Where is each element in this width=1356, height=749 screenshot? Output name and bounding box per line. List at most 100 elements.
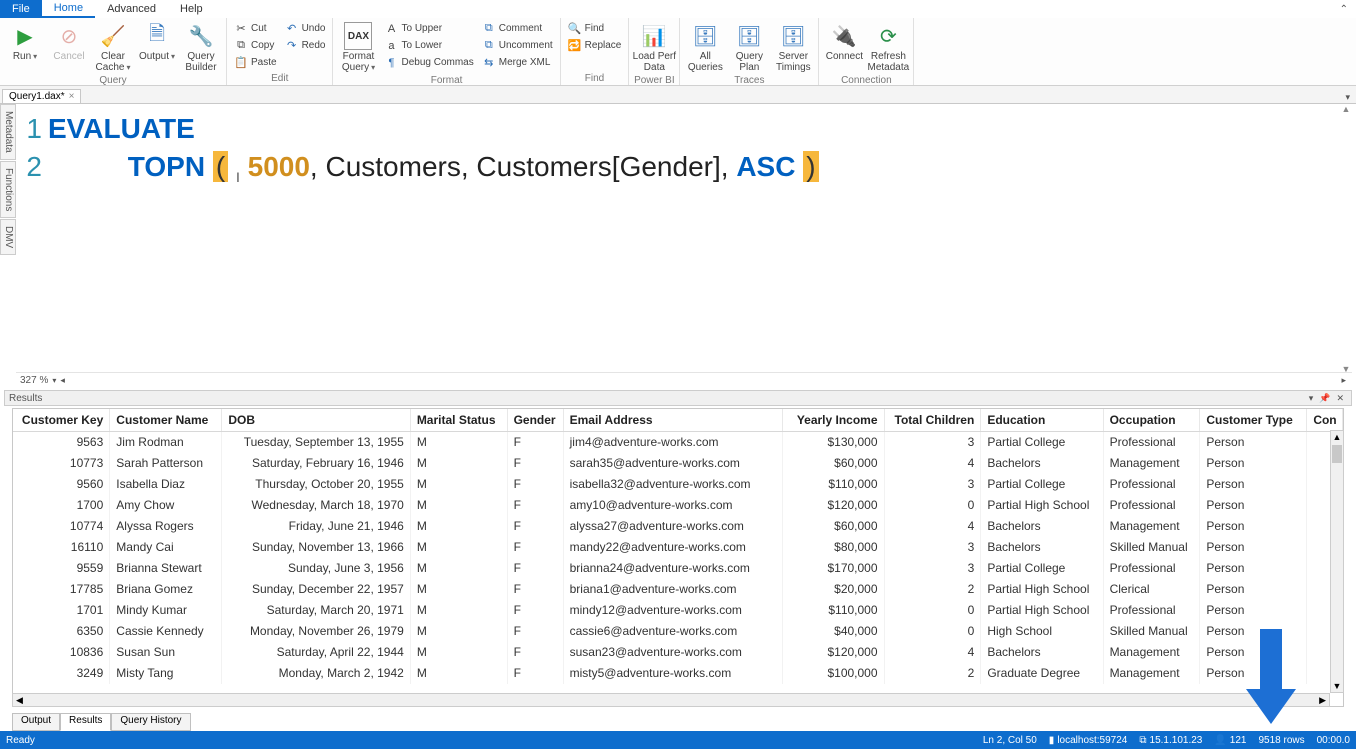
cell[interactable]: Briana Gomez — [110, 579, 222, 600]
bottom-tab-output[interactable]: Output — [12, 713, 60, 731]
cell[interactable]: F — [507, 516, 563, 537]
cell[interactable]: M — [410, 516, 507, 537]
cell[interactable]: 6350 — [13, 621, 110, 642]
cut-button[interactable]: ✂Cut — [231, 20, 280, 37]
cell[interactable]: Jim Rodman — [110, 432, 222, 453]
cell[interactable]: Alyssa Rogers — [110, 516, 222, 537]
cell[interactable]: Sunday, December 22, 1957 — [222, 579, 410, 600]
cell[interactable]: cassie6@adventure-works.com — [563, 621, 782, 642]
cell[interactable]: Professional — [1103, 600, 1200, 621]
cell[interactable]: Person — [1200, 474, 1307, 495]
column-header[interactable]: Education — [981, 409, 1103, 432]
to-lower-button[interactable]: aTo Lower — [381, 37, 476, 54]
grid-scrollbar-vertical[interactable]: ▲ ▼ — [1330, 430, 1344, 693]
cell[interactable]: M — [410, 537, 507, 558]
cell[interactable]: $60,000 — [782, 453, 884, 474]
cell[interactable]: Misty Tang — [110, 663, 222, 684]
cell[interactable]: Bachelors — [981, 453, 1103, 474]
cell[interactable]: 0 — [884, 495, 981, 516]
cell[interactable]: Management — [1103, 516, 1200, 537]
cell[interactable]: briana1@adventure-works.com — [563, 579, 782, 600]
copy-button[interactable]: ⧉Copy — [231, 37, 280, 54]
cell[interactable]: Isabella Diaz — [110, 474, 222, 495]
cell[interactable]: F — [507, 558, 563, 579]
menu-help[interactable]: Help — [168, 1, 215, 17]
column-header[interactable]: Total Children — [884, 409, 981, 432]
side-tab-dmv[interactable]: DMV — [0, 219, 16, 255]
cell[interactable]: isabella32@adventure-works.com — [563, 474, 782, 495]
cell[interactable]: Graduate Degree — [981, 663, 1103, 684]
cell[interactable]: $20,000 — [782, 579, 884, 600]
cell[interactable]: 10773 — [13, 453, 110, 474]
cell[interactable]: 3 — [884, 558, 981, 579]
cell[interactable]: Clerical — [1103, 579, 1200, 600]
run-button[interactable]: ▶ Run — [4, 20, 46, 64]
cell[interactable]: sarah35@adventure-works.com — [563, 453, 782, 474]
query-builder-button[interactable]: 🔧 Query Builder — [180, 20, 222, 75]
cell[interactable]: Mindy Kumar — [110, 600, 222, 621]
menu-home[interactable]: Home — [42, 0, 95, 18]
cell[interactable]: Person — [1200, 495, 1307, 516]
cell[interactable]: brianna24@adventure-works.com — [563, 558, 782, 579]
cell[interactable]: Professional — [1103, 474, 1200, 495]
cell[interactable]: Friday, June 21, 1946 — [222, 516, 410, 537]
cell[interactable]: 10774 — [13, 516, 110, 537]
document-tab[interactable]: Query1.dax* × — [2, 89, 81, 103]
cell[interactable]: Bachelors — [981, 537, 1103, 558]
cell[interactable]: 2 — [884, 663, 981, 684]
cell[interactable]: F — [507, 600, 563, 621]
cell[interactable]: Sarah Patterson — [110, 453, 222, 474]
table-row[interactable]: 9563Jim RodmanTuesday, September 13, 195… — [13, 432, 1343, 453]
column-header[interactable]: DOB — [222, 409, 410, 432]
cell[interactable]: 16110 — [13, 537, 110, 558]
undo-button[interactable]: ↶Undo — [282, 20, 329, 37]
cell[interactable]: Person — [1200, 621, 1307, 642]
menu-file[interactable]: File — [0, 0, 42, 18]
zoom-dropdown-icon[interactable]: ▾ — [52, 376, 56, 385]
cell[interactable]: Partial High School — [981, 495, 1103, 516]
cell[interactable]: M — [410, 453, 507, 474]
editor-scrollbar[interactable]: ▲ ▼ — [1340, 104, 1352, 374]
cell[interactable]: Person — [1200, 579, 1307, 600]
table-row[interactable]: 9559Brianna StewartSunday, June 3, 1956M… — [13, 558, 1343, 579]
cell[interactable]: mindy12@adventure-works.com — [563, 600, 782, 621]
cell[interactable]: $110,000 — [782, 600, 884, 621]
cell[interactable]: $80,000 — [782, 537, 884, 558]
zoom-right-icon[interactable]: ▸ — [1341, 375, 1352, 386]
cell[interactable]: 3 — [884, 474, 981, 495]
panel-close-icon[interactable]: ✕ — [1333, 393, 1347, 404]
cell[interactable]: Management — [1103, 663, 1200, 684]
cell[interactable]: Bachelors — [981, 642, 1103, 663]
cell[interactable]: Wednesday, March 18, 1970 — [222, 495, 410, 516]
cell[interactable]: 3249 — [13, 663, 110, 684]
column-header[interactable]: Customer Name — [110, 409, 222, 432]
paste-button[interactable]: 📋Paste — [231, 54, 280, 71]
cell[interactable]: Professional — [1103, 495, 1200, 516]
column-header[interactable]: Customer Type — [1200, 409, 1307, 432]
cell[interactable]: 9559 — [13, 558, 110, 579]
table-row[interactable]: 1701Mindy KumarSaturday, March 20, 1971M… — [13, 600, 1343, 621]
panel-pin-icon[interactable]: 📌 — [1316, 393, 1333, 404]
cell[interactable]: Partial College — [981, 474, 1103, 495]
cell[interactable]: alyssa27@adventure-works.com — [563, 516, 782, 537]
scroll-left-icon[interactable]: ◀ — [13, 695, 26, 706]
cell[interactable]: M — [410, 558, 507, 579]
cell[interactable]: Person — [1200, 516, 1307, 537]
column-header[interactable]: Marital Status — [410, 409, 507, 432]
cell[interactable]: Partial College — [981, 432, 1103, 453]
side-tab-functions[interactable]: Functions — [0, 161, 16, 218]
cell[interactable]: Saturday, March 20, 1971 — [222, 600, 410, 621]
cell[interactable]: High School — [981, 621, 1103, 642]
output-button[interactable]: 🗎 Output — [136, 20, 178, 64]
cell[interactable]: M — [410, 474, 507, 495]
cell[interactable]: Management — [1103, 453, 1200, 474]
cell[interactable]: 0 — [884, 621, 981, 642]
table-row[interactable]: 16110Mandy CaiSunday, November 13, 1966M… — [13, 537, 1343, 558]
cell[interactable]: $120,000 — [782, 642, 884, 663]
cell[interactable]: $40,000 — [782, 621, 884, 642]
column-header[interactable]: Yearly Income — [782, 409, 884, 432]
panel-menu-icon[interactable]: ▾ — [1306, 393, 1317, 404]
cell[interactable]: 4 — [884, 516, 981, 537]
cell[interactable]: M — [410, 621, 507, 642]
cell[interactable]: F — [507, 453, 563, 474]
